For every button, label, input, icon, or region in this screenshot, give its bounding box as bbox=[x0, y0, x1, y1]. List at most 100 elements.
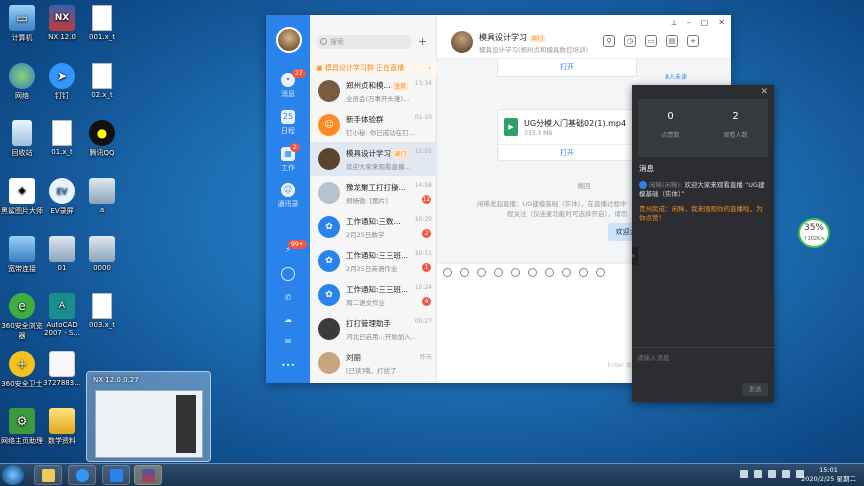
dingtalk-icon bbox=[76, 469, 89, 482]
desktop-icon-0000[interactable]: 0000 bbox=[80, 236, 124, 272]
nav-cloud[interactable]: ☁ bbox=[266, 313, 310, 329]
list-item[interactable]: 打打管理助手 河北已启用...开始加入... 09:27 bbox=[310, 312, 437, 346]
taskbar-nx[interactable] bbox=[134, 465, 162, 485]
live-stats: 0 点赞数 2 观看人数 bbox=[638, 99, 768, 157]
live-icon[interactable] bbox=[596, 268, 605, 277]
desktop-icon-computer[interactable]: ▭ 计算机 bbox=[0, 5, 44, 43]
nav-messages[interactable]: • 消息 27 bbox=[266, 69, 310, 99]
tray-network-icon[interactable] bbox=[754, 470, 762, 478]
desktop-icon-recycle-bin[interactable]: 回收站 bbox=[0, 120, 44, 158]
document-icon bbox=[92, 63, 112, 89]
taskbar-clock[interactable]: 15:01 2020/2/25 星期二 bbox=[801, 466, 856, 484]
desktop-icon-heisha[interactable]: ✦ 黑鲨图片大师 bbox=[0, 178, 44, 216]
document-icon bbox=[92, 5, 112, 31]
image-file-icon bbox=[49, 236, 75, 262]
collapse-arrow-icon[interactable]: ‹ bbox=[632, 247, 638, 265]
unread-count[interactable]: 8人未读 bbox=[665, 72, 687, 81]
nav-ding[interactable]: ⚡ 99+ bbox=[266, 240, 310, 259]
list-item[interactable]: 模具设计学习 部门 欢迎大家来观看直播... 15:01 bbox=[310, 142, 437, 176]
taskbar-recorder[interactable] bbox=[102, 465, 130, 485]
minimize-button[interactable]: – bbox=[687, 18, 691, 28]
nav-phone[interactable]: ✆ bbox=[266, 291, 310, 307]
mention-icon[interactable] bbox=[511, 268, 520, 277]
tray-ime-icon[interactable] bbox=[782, 470, 790, 478]
image-file-icon bbox=[89, 178, 115, 204]
ding-icon[interactable] bbox=[562, 268, 571, 277]
close-button[interactable]: ✕ bbox=[760, 87, 768, 97]
folder-icon[interactable] bbox=[528, 268, 537, 277]
start-button[interactable] bbox=[2, 465, 24, 485]
folder-icon[interactable]: ▭ bbox=[645, 35, 657, 47]
desktop-icon-network-helper[interactable]: ⚙ 网络主页助理 bbox=[0, 408, 44, 446]
list-item[interactable]: 郑州贞和模... 全员 全员会(万事开头难)... 13:34 bbox=[310, 74, 437, 108]
file-open-button[interactable]: 打开 bbox=[498, 144, 636, 160]
nav-mail[interactable]: ✉ bbox=[266, 335, 310, 351]
desktop-icon-file-01[interactable]: 01.x_t bbox=[40, 120, 84, 156]
add-button[interactable]: + bbox=[418, 35, 427, 48]
network-speed-widget[interactable]: 35% ↑102K/s bbox=[798, 218, 830, 248]
desktop-icon-3727883[interactable]: 3727883... bbox=[40, 351, 84, 387]
send-button[interactable]: 发送 bbox=[742, 383, 768, 396]
desktop-icon-broadband[interactable]: 宽带连接 bbox=[0, 236, 44, 274]
desktop-icon-file-003[interactable]: 003.x_t bbox=[80, 293, 124, 329]
tray-arrow-icon[interactable] bbox=[740, 470, 748, 478]
desktop-icon-nx[interactable]: NX NX 12.0 bbox=[40, 5, 84, 41]
list-item[interactable]: 豫龙聚工打打操... 郑杨微: [图片] 14:58 12 bbox=[310, 176, 437, 210]
pin-icon[interactable]: ⟂ bbox=[671, 18, 676, 28]
desktop-icon-file-02[interactable]: 02.x_t bbox=[80, 63, 124, 99]
calendar-icon[interactable]: ▤ bbox=[666, 35, 678, 47]
phone-icon: ✆ bbox=[284, 293, 292, 302]
tray-volume-icon[interactable] bbox=[768, 470, 776, 478]
list-item[interactable]: 刘丽 [已读]哦，打扰了 昨天 bbox=[310, 346, 437, 380]
desktop-icon-a[interactable]: a bbox=[80, 178, 124, 214]
list-item[interactable]: ☺ 新手体验群 钉小秘: 你已成功在钉... 02-10 bbox=[310, 108, 437, 142]
nav-more[interactable]: ••• bbox=[266, 359, 310, 375]
live-message: 贵州民成：闲稀，我来围观你的直播啦，为你点赞！ bbox=[639, 205, 763, 222]
user-avatar[interactable] bbox=[276, 27, 302, 53]
group-avatar[interactable] bbox=[451, 31, 473, 53]
desktop-icon-dingtalk[interactable]: ➤ 钉钉 bbox=[40, 63, 84, 101]
thumbs-up-icon[interactable] bbox=[477, 268, 486, 277]
emoji-icon[interactable] bbox=[443, 268, 452, 277]
system-tray bbox=[740, 470, 804, 478]
desktop-icon-360-guard[interactable]: +360安全卫士 bbox=[0, 351, 44, 389]
list-item[interactable]: ✿ 工作通知:三数... 2月25日数学 10:29 2 bbox=[310, 210, 437, 244]
nav-shield[interactable] bbox=[266, 267, 310, 283]
taskbar-explorer[interactable] bbox=[34, 465, 62, 485]
top-file-open-button[interactable]: 打开 bbox=[497, 59, 637, 77]
file-card[interactable]: ▶ UG分模入门基础02(1).mp4 333.3 MB 打开 bbox=[497, 109, 637, 161]
desktop-icon-360-browser[interactable]: e 360安全浏览器 bbox=[0, 293, 44, 341]
scissors-icon[interactable] bbox=[494, 268, 503, 277]
nav-work[interactable]: ▦ 工作 2 bbox=[266, 143, 310, 173]
nav-contacts[interactable]: ☺ 通讯录 bbox=[266, 183, 310, 209]
taskbar-thumbnail-preview[interactable]: NX 12.0.0.27 bbox=[86, 371, 211, 462]
desktop-icon-ev-recorder[interactable]: EV EV录屏 bbox=[40, 178, 84, 216]
image-icon[interactable] bbox=[545, 268, 554, 277]
heisha-icon: ✦ bbox=[9, 178, 35, 204]
hexagon-icon bbox=[281, 267, 295, 281]
live-notice-bar[interactable]: ▣ 模具设计学习群 正在直播 › bbox=[310, 62, 437, 74]
nx-icon bbox=[142, 469, 155, 482]
desktop-icon-network[interactable]: 网络 bbox=[0, 63, 44, 101]
live-message-input[interactable]: 请输入消息 发送 bbox=[632, 347, 774, 402]
list-item[interactable]: ✿ 工作通知:三三班... 周二语文作业 10:24 4 bbox=[310, 278, 437, 312]
desktop-icon-qq[interactable]: ● 腾讯QQ bbox=[80, 120, 124, 158]
search-input[interactable]: 搜索 bbox=[316, 35, 412, 49]
close-button[interactable]: ✕ bbox=[718, 18, 725, 28]
desktop-icon-01-image[interactable]: 01 bbox=[40, 236, 84, 272]
desktop-icon-file-001[interactable]: 001.x_t bbox=[80, 5, 124, 41]
list-item[interactable]: ✿ 工作通知:三三班... 2月25日英语作业 10:51 1 bbox=[310, 244, 437, 278]
live-stream-panel: ✕ ‹ 0 点赞数 2 观看人数 消息 闲稀(闲稀): 欢迎大家来观看直播 “U… bbox=[632, 85, 774, 402]
document-icon bbox=[92, 293, 112, 319]
maximize-button[interactable]: □ bbox=[701, 18, 709, 28]
sticker-icon[interactable] bbox=[460, 268, 469, 277]
nav-calendar[interactable]: 25 日程 bbox=[266, 110, 310, 136]
history-icon[interactable]: ◷ bbox=[624, 35, 636, 47]
nx-icon: NX bbox=[49, 5, 75, 31]
phone-icon[interactable] bbox=[579, 268, 588, 277]
taskbar-dingtalk[interactable] bbox=[68, 465, 96, 485]
add-member-icon[interactable]: + bbox=[687, 35, 699, 47]
pin-chat-icon[interactable]: ⚲ bbox=[603, 35, 615, 47]
desktop-icon-math-folder[interactable]: 数学资料 bbox=[40, 408, 84, 446]
desktop-icon-autocad[interactable]: A AutoCAD 2007 - S... bbox=[40, 293, 84, 337]
